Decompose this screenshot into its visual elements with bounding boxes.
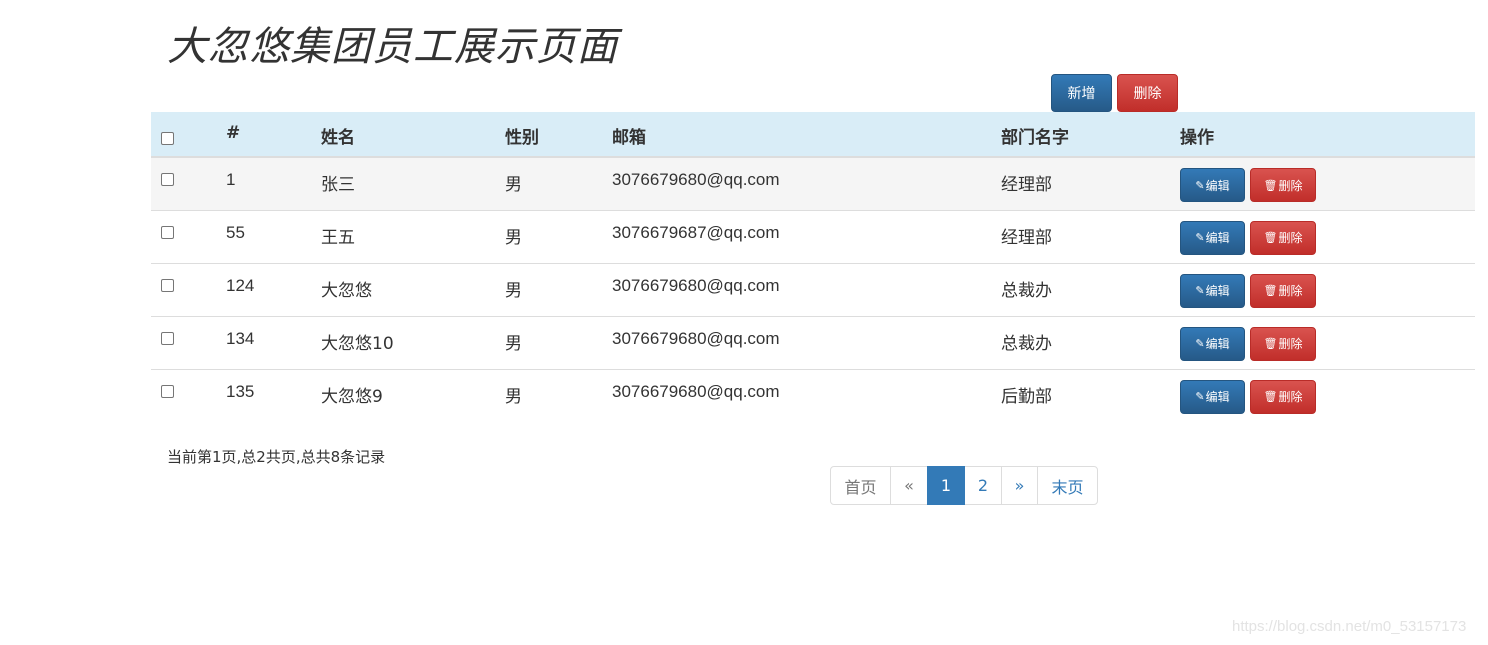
page-link-2[interactable]: 2 (964, 466, 1002, 505)
cell-gender: 男 (505, 280, 522, 301)
cell-email: 3076679680@qq.com (612, 328, 780, 348)
edit-button[interactable]: ✎ 编辑 (1180, 273, 1245, 308)
row-checkbox[interactable] (161, 173, 174, 186)
cell-department: 经理部 (1001, 175, 1052, 195)
pencil-icon: ✎ (1195, 390, 1205, 403)
cell-email: 3076679687@qq.com (612, 222, 780, 242)
table-row: 134 大忽悠10 男 3076679680@qq.com 总裁办 ✎ 编辑 🗑 删… (151, 316, 1475, 369)
cell-department: 后勤部 (1001, 386, 1052, 407)
row-delete-button[interactable]: 🗑 删除 (1250, 220, 1316, 255)
add-employee-button[interactable]: 新增 (1051, 74, 1112, 112)
cell-department: 总裁办 (1001, 333, 1052, 354)
trash-icon: 🗑 (1263, 337, 1278, 350)
pencil-icon: ✎ (1195, 284, 1205, 297)
cell-id: 135 (226, 381, 255, 401)
cell-id: 55 (226, 222, 245, 242)
row-checkbox[interactable] (161, 278, 174, 292)
row-delete-button[interactable]: 🗑 删除 (1250, 326, 1316, 361)
cell-name: 王五 (321, 227, 355, 248)
table-row: 1 张三 男 3076679680@qq.com 经理部 ✎ 编辑 🗑 删除 (151, 157, 1475, 210)
column-header-name: 姓名 (321, 112, 505, 158)
pencil-icon: ✎ (1195, 178, 1205, 192)
table-row: 55 王五 男 3076679687@qq.com 经理部 ✎ 编辑 🗑 删除 (151, 210, 1475, 263)
cell-id: 124 (226, 275, 255, 295)
trash-icon: 🗑 (1263, 178, 1278, 192)
cell-gender: 男 (505, 386, 522, 407)
page-link-1[interactable]: 1 (927, 466, 965, 505)
table-header-row: # 姓名 性别 邮箱 部门名字 操作 (151, 112, 1475, 158)
trash-icon: 🗑 (1263, 390, 1278, 403)
cell-name: 大忽悠 (321, 280, 372, 301)
table-row: 135 大忽悠9 男 3076679680@qq.com 后勤部 ✎ 编辑 🗑 删除 (151, 369, 1475, 422)
cell-email: 3076679680@qq.com (612, 381, 780, 401)
page-title: 大忽悠集团员工展示页面 (167, 24, 618, 70)
employee-table: # 姓名 性别 邮箱 部门名字 操作 1 张三 男 3076679680@qq.… (151, 112, 1475, 422)
row-delete-button[interactable]: 🗑 删除 (1250, 379, 1316, 414)
cell-name: 张三 (321, 175, 355, 195)
edit-button[interactable]: ✎ 编辑 (1180, 379, 1245, 414)
column-header-actions: 操作 (1180, 112, 1475, 158)
page-info-text: 当前第1页,总2共页,总共8条记录 (167, 448, 386, 466)
cell-name: 大忽悠10 (321, 333, 394, 354)
cell-id: 1 (226, 170, 236, 189)
delete-selected-button[interactable]: 删除 (1117, 74, 1178, 112)
edit-button[interactable]: ✎ 编辑 (1180, 326, 1245, 361)
trash-icon: 🗑 (1263, 231, 1278, 244)
top-actions: 新增 删除 (1051, 74, 1178, 112)
column-header-gender: 性别 (505, 112, 612, 158)
pagination: 首页 « 1 2 » 末页 (830, 466, 1098, 505)
cell-name: 大忽悠9 (321, 386, 383, 407)
cell-email: 3076679680@qq.com (612, 275, 780, 295)
cell-department: 总裁办 (1001, 280, 1052, 301)
last-page-link[interactable]: 末页 (1037, 466, 1098, 505)
cell-id: 134 (226, 328, 255, 348)
cell-department: 经理部 (1001, 227, 1052, 248)
edit-button[interactable]: ✎ 编辑 (1180, 168, 1245, 202)
pencil-icon: ✎ (1195, 337, 1205, 350)
edit-button[interactable]: ✎ 编辑 (1180, 220, 1245, 255)
row-delete-button[interactable]: 🗑 删除 (1250, 168, 1316, 202)
trash-icon: 🗑 (1263, 284, 1278, 297)
prev-page-link[interactable]: « (890, 466, 928, 505)
row-delete-button[interactable]: 🗑 删除 (1250, 273, 1316, 308)
row-checkbox[interactable] (161, 225, 174, 239)
cell-email: 3076679680@qq.com (612, 170, 780, 189)
next-page-link[interactable]: » (1001, 466, 1038, 505)
column-header-department: 部门名字 (1001, 112, 1180, 158)
table-row: 124 大忽悠 男 3076679680@qq.com 总裁办 ✎ 编辑 🗑 删除 (151, 263, 1475, 316)
row-checkbox[interactable] (161, 331, 174, 345)
first-page-link[interactable]: 首页 (830, 466, 891, 505)
select-all-cell (151, 112, 226, 158)
watermark: https://blog.csdn.net/m0_53157173 (1232, 618, 1467, 635)
column-header-id: # (226, 112, 321, 158)
column-header-email: 邮箱 (612, 112, 1001, 158)
cell-gender: 男 (505, 175, 522, 195)
cell-gender: 男 (505, 333, 522, 354)
row-checkbox[interactable] (161, 384, 174, 398)
pencil-icon: ✎ (1195, 231, 1205, 244)
cell-gender: 男 (505, 227, 522, 248)
select-all-checkbox[interactable] (161, 132, 174, 145)
